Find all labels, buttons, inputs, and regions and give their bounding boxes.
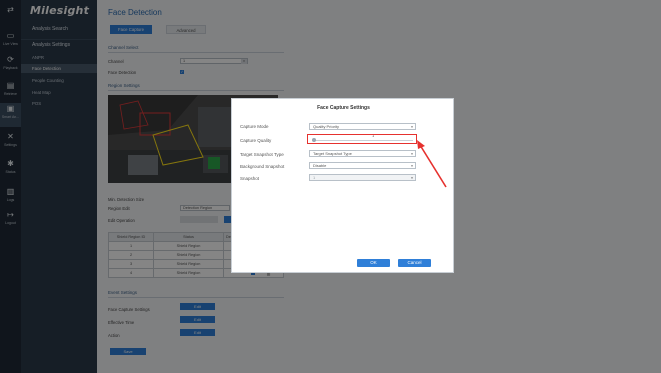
dialog-title: Face Capture Settings	[317, 105, 370, 111]
target-snapshot-value: Target Snapshot Type	[313, 151, 352, 156]
face-capture-settings-dialog: Face Capture Settings Capture Mode Quali…	[231, 98, 454, 273]
background-snapshot-value: Disable	[313, 163, 327, 168]
capture-mode-label: Capture Mode	[240, 124, 269, 129]
target-snapshot-select[interactable]: Target Snapshot Type ▾	[309, 150, 416, 157]
chevron-down-icon: ▾	[411, 164, 413, 168]
capture-quality-label: Capture Quality	[240, 138, 272, 143]
background-snapshot-label: Background Snapshot	[240, 164, 285, 169]
target-snapshot-label: Target Snapshot Type	[240, 152, 284, 157]
snapshot-label: Snapshot	[240, 176, 260, 181]
ok-button[interactable]: OK	[357, 259, 390, 267]
snapshot-value: 1	[313, 175, 316, 180]
background-snapshot-select[interactable]: Disable ▾	[309, 162, 416, 169]
chevron-down-icon: ▾	[411, 152, 413, 156]
chevron-down-icon: ▾	[411, 176, 413, 180]
snapshot-select[interactable]: 1 ▾	[309, 174, 416, 181]
chevron-down-icon: ▾	[411, 125, 413, 129]
capture-mode-select[interactable]: Quality Priority ▾	[309, 123, 416, 130]
capture-mode-value: Quality Priority	[313, 124, 340, 129]
cancel-button[interactable]: Cancel	[398, 259, 431, 267]
highlight-box	[307, 134, 417, 144]
